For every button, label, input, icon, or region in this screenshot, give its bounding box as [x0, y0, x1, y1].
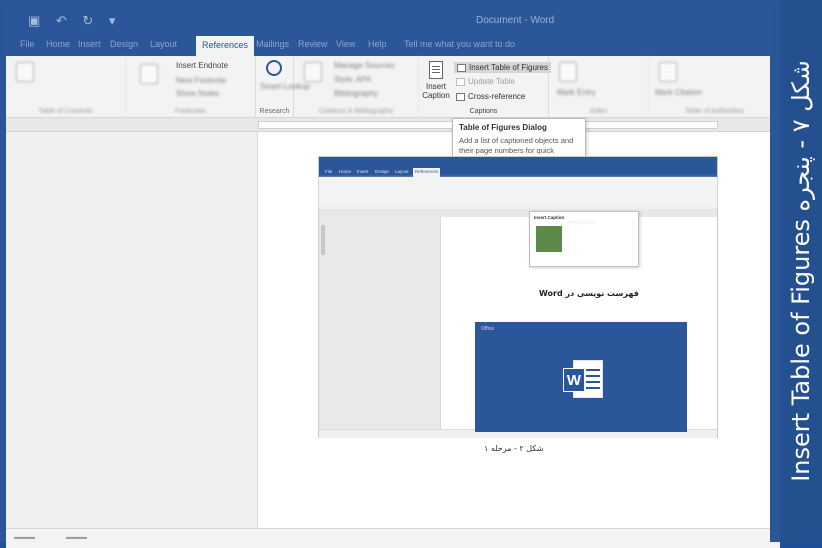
cross-reference-label: Cross-reference — [468, 92, 526, 101]
inner-tab-insert: Insert — [357, 169, 369, 174]
inner-heading: فهرست نویسی در Word — [539, 289, 639, 298]
update-table-icon — [456, 77, 465, 86]
tell-me-box[interactable]: Tell me what you want to do — [404, 39, 515, 49]
mark-entry-button[interactable]: Mark Entry — [557, 88, 596, 97]
inner-scrollbar — [321, 225, 325, 255]
horizontal-ruler — [6, 118, 780, 132]
inner-tab-references: References — [413, 168, 441, 177]
manage-sources-button[interactable]: Manage Sources — [334, 61, 394, 70]
group-label-authorities: Table of Authorities — [684, 108, 745, 115]
tab-help[interactable]: Help — [368, 39, 387, 49]
inner-tab-home: Home — [339, 169, 352, 174]
inner-ruler — [319, 209, 717, 217]
tab-references[interactable]: References — [196, 36, 255, 56]
group-label-research: Research — [259, 108, 290, 115]
side-label: Insert Table of Figures شکل ۷ - پنجره — [787, 60, 815, 482]
navigation-pane — [6, 132, 258, 528]
tab-review[interactable]: Review — [298, 39, 328, 49]
tooltip-title: Table of Figures Dialog — [459, 123, 547, 132]
smart-lookup-icon[interactable] — [266, 60, 282, 76]
cross-reference-icon — [456, 92, 465, 101]
title-bar: ▣ ↶ ↻ ▾ Document - Word — [6, 6, 780, 34]
show-notes-button[interactable]: Show Notes — [176, 89, 219, 98]
cross-reference-button[interactable]: Cross-reference — [456, 92, 525, 101]
insert-caption-icon — [429, 61, 443, 79]
quick-access-toolbar[interactable]: ▣ ↶ ↻ ▾ — [28, 13, 121, 29]
group-table-of-contents: Table of Contents — [6, 56, 126, 118]
inner-tab-design: Design — [375, 169, 390, 174]
tab-insert[interactable]: Insert — [78, 39, 101, 49]
tab-mailings[interactable]: Mailings — [256, 39, 289, 49]
next-footnote-button[interactable]: Next Footnote — [176, 76, 226, 85]
insert-citation-icon[interactable] — [304, 62, 322, 82]
insert-caption-label: Insert Caption — [422, 82, 450, 100]
inner-popup-title: Insert Caption — [534, 215, 565, 220]
inner-tabs: File Home Insert Design Layout Reference… — [319, 168, 717, 177]
group-citations: Manage Sources Style: APA Bibliography C… — [294, 56, 419, 118]
document-title: Document - Word — [476, 15, 555, 26]
group-research: Smart Lookup Research — [256, 56, 310, 118]
inner-tab-file: File — [325, 169, 333, 174]
screenshot-frame: ▣ ↶ ↻ ▾ Document - Word File Home Insert… — [0, 0, 780, 548]
inner-tab-layout: Layout — [395, 169, 409, 174]
ribbon: Table of Contents Insert Endnote Next Fo… — [6, 56, 780, 118]
insert-table-of-figures-label: Insert Table of Figures — [469, 63, 549, 72]
insert-table-of-figures-button[interactable]: Insert Table of Figures — [454, 62, 552, 73]
tab-design[interactable]: Design — [110, 39, 138, 49]
mark-citation-icon[interactable] — [659, 62, 677, 82]
group-label-toc: Table of Contents — [38, 108, 93, 115]
update-table-label: Update Table — [468, 77, 515, 86]
insert-footnote-icon[interactable] — [140, 64, 158, 84]
group-label-footnotes: Footnotes — [174, 108, 207, 115]
toc-icon[interactable] — [16, 62, 34, 82]
update-table-button[interactable]: Update Table — [456, 77, 515, 86]
style-dropdown[interactable]: Style: APA — [334, 75, 371, 84]
inner-popup-text: ———————— — [568, 220, 596, 224]
office-label: Office — [481, 326, 494, 332]
inner-ribbon — [319, 177, 717, 209]
word-letter-icon: W — [563, 368, 585, 392]
status-bar: ▬▬▬ ▬▬▬ — [6, 528, 780, 548]
group-label-index: Index — [589, 108, 608, 115]
group-label-citations: Citations & Bibliography — [318, 108, 394, 115]
table-of-figures-icon — [457, 63, 466, 72]
mark-entry-icon[interactable] — [559, 62, 577, 82]
tab-layout[interactable]: Layout — [150, 39, 177, 49]
inner-popup-image — [536, 226, 562, 252]
insert-caption-button[interactable]: Insert Caption — [422, 61, 450, 100]
status-page: ▬▬▬ — [14, 534, 35, 541]
status-words: ▬▬▬ — [66, 534, 87, 541]
inner-title-bar — [319, 157, 717, 168]
ribbon-tabs: File Home Insert Design Layout Reference… — [6, 34, 780, 56]
group-footnotes: Insert Endnote Next Footnote Show Notes … — [126, 56, 256, 118]
word-logo: Office W — [475, 322, 687, 432]
inner-nav-pane — [319, 217, 441, 429]
tab-file[interactable]: File — [20, 39, 35, 49]
figure-caption: شکل ۲ - مرحله ۱ — [484, 444, 544, 453]
group-label-captions: Captions — [469, 108, 498, 115]
insert-endnote-button[interactable]: Insert Endnote — [176, 61, 228, 70]
tab-view[interactable]: View — [336, 39, 355, 49]
bibliography-button[interactable]: Bibliography — [334, 89, 378, 98]
embedded-screenshot: File Home Insert Design Layout Reference… — [318, 156, 718, 438]
mark-citation-button[interactable]: Mark Citation — [655, 88, 702, 97]
tab-home[interactable]: Home — [46, 39, 70, 49]
inner-insert-caption-popup: Insert Caption ———————— — [529, 211, 639, 267]
group-index: Mark Entry Index — [549, 56, 649, 118]
group-authorities: Mark Citation Table of Authorities — [649, 56, 780, 118]
frame-edge — [770, 0, 780, 542]
